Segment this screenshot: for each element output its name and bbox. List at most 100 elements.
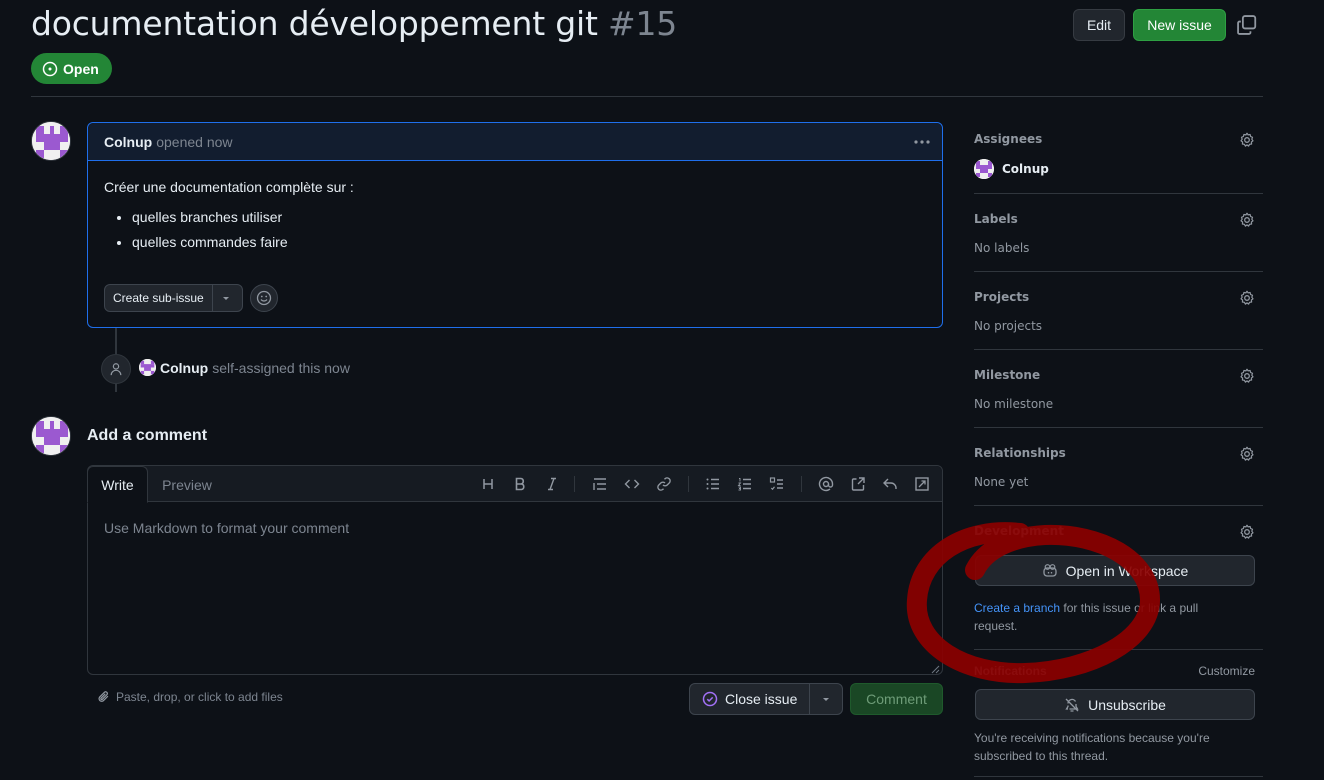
- sidebar-divider: [974, 427, 1263, 428]
- relationships-label[interactable]: Relationships: [974, 446, 1263, 460]
- timeline-line: [115, 384, 117, 392]
- milestone-value: No milestone: [974, 397, 1054, 411]
- sidebar-assignees: Assignees Colnup: [974, 132, 1263, 179]
- copilot-icon: [1042, 563, 1057, 577]
- gear-icon[interactable]: [1239, 524, 1255, 540]
- sidebar-labels: Labels No labels: [974, 212, 1263, 255]
- mention-icon[interactable]: [816, 474, 836, 494]
- header-divider: [31, 96, 1263, 97]
- close-issue-label[interactable]: Close issue: [725, 691, 797, 707]
- notifications-reason: You're receiving notifications because y…: [974, 731, 1210, 763]
- sidebar-divider: [974, 649, 1263, 650]
- comment-timestamp[interactable]: opened now: [156, 134, 232, 150]
- development-label[interactable]: Development: [974, 524, 1263, 538]
- unordered-list-icon[interactable]: [703, 474, 723, 494]
- projects-label[interactable]: Projects: [974, 290, 1263, 304]
- customize-link[interactable]: Customize: [1198, 664, 1255, 678]
- issue-open-icon: [42, 61, 58, 76]
- ordered-list-icon[interactable]: [735, 474, 755, 494]
- toolbar-divider: [574, 476, 575, 492]
- sidebar-projects: Projects No projects: [974, 290, 1263, 333]
- create-branch-link[interactable]: Create a branch: [974, 601, 1060, 615]
- bold-icon[interactable]: [510, 474, 530, 494]
- issue-state-badge: Open: [31, 53, 112, 84]
- issue-closed-icon: [702, 691, 718, 707]
- milestone-label[interactable]: Milestone: [974, 368, 1263, 382]
- sidebar-notifications: Notifications Customize: [974, 664, 1255, 678]
- assignee-item[interactable]: Colnup: [974, 159, 1263, 179]
- notifications-label: Notifications: [974, 664, 1047, 678]
- paperclip-icon: [98, 691, 109, 702]
- issue-comment: Colnup opened now Créer une documentatio…: [87, 122, 943, 328]
- create-sub-issue-button[interactable]: Create sub-issue: [104, 284, 243, 312]
- comment-header: Colnup opened now: [88, 123, 942, 161]
- sidebar-divider: [974, 776, 1263, 777]
- code-icon[interactable]: [622, 474, 642, 494]
- comment-author[interactable]: Colnup: [104, 134, 152, 150]
- list-item: quelles commandes faire: [132, 234, 926, 251]
- tab-preview[interactable]: Preview: [148, 466, 226, 503]
- projects-value: No projects: [974, 319, 1043, 333]
- italic-icon[interactable]: [542, 474, 562, 494]
- person-icon: [101, 354, 131, 384]
- timeline-event: Colnup self-assigned this now: [139, 359, 350, 376]
- open-in-workspace-label[interactable]: Open in Workspace: [1066, 563, 1189, 579]
- new-issue-button[interactable]: New issue: [1133, 9, 1226, 41]
- resize-handle-icon[interactable]: [930, 662, 940, 674]
- issue-number: #15: [608, 4, 678, 43]
- assignee-avatar: [974, 159, 994, 179]
- sidebar-development: Development: [974, 524, 1263, 540]
- gear-icon[interactable]: [1239, 290, 1255, 306]
- comment-list: quelles branches utiliser quelles comman…: [104, 209, 926, 251]
- sidebar-divider: [974, 193, 1263, 194]
- event-actor[interactable]: Colnup: [160, 360, 208, 376]
- gear-icon[interactable]: [1239, 212, 1255, 228]
- tab-write[interactable]: Write: [87, 466, 148, 503]
- development-help-text: Create a branch for this issue or link a…: [974, 599, 1244, 635]
- assignees-label[interactable]: Assignees: [974, 132, 1263, 146]
- unsubscribe-label[interactable]: Unsubscribe: [1088, 697, 1166, 713]
- comment-editor: Write Preview Use Markdown to format you…: [87, 465, 943, 675]
- gear-icon[interactable]: [1239, 446, 1255, 462]
- task-list-icon[interactable]: [767, 474, 787, 494]
- actor-avatar[interactable]: [139, 359, 156, 376]
- close-issue-button[interactable]: Close issue: [689, 683, 843, 715]
- current-user-avatar[interactable]: [31, 416, 71, 456]
- page-title: documentation développement git #15: [31, 4, 677, 43]
- comment-textarea[interactable]: Use Markdown to format your comment: [104, 520, 349, 536]
- reference-icon[interactable]: [848, 474, 868, 494]
- kebab-menu-icon[interactable]: [912, 132, 932, 152]
- labels-value: No labels: [974, 241, 1030, 255]
- sidebar-divider: [974, 349, 1263, 350]
- toolbar-divider: [688, 476, 689, 492]
- attach-files-label[interactable]: Paste, drop, or click to add files: [116, 690, 283, 704]
- labels-label[interactable]: Labels: [974, 212, 1263, 226]
- copy-link-icon[interactable]: [1236, 14, 1258, 36]
- quote-icon[interactable]: [590, 474, 610, 494]
- comment-button[interactable]: Comment: [850, 683, 943, 715]
- sidebar-divider: [974, 505, 1263, 506]
- edit-button[interactable]: Edit: [1073, 9, 1125, 41]
- create-sub-issue-label[interactable]: Create sub-issue: [105, 285, 213, 311]
- comment-intro: Créer une documentation complète sur :: [104, 179, 354, 195]
- reply-icon[interactable]: [880, 474, 900, 494]
- heading-icon[interactable]: [478, 474, 498, 494]
- sidebar-milestone: Milestone No milestone: [974, 368, 1263, 411]
- chevron-down-icon[interactable]: [213, 293, 239, 303]
- chevron-down-icon[interactable]: [810, 694, 842, 704]
- list-item: quelles branches utiliser: [132, 209, 926, 226]
- open-in-workspace-button[interactable]: Open in Workspace: [975, 555, 1255, 586]
- event-action: self-assigned this now: [212, 359, 350, 376]
- fullscreen-icon[interactable]: [912, 474, 932, 494]
- attach-files[interactable]: Paste, drop, or click to add files: [97, 690, 283, 704]
- add-reaction-button[interactable]: [250, 284, 278, 312]
- close-issue-label-wrap[interactable]: Close issue: [690, 684, 811, 714]
- unsubscribe-button[interactable]: Unsubscribe: [975, 689, 1255, 720]
- sidebar-divider: [974, 271, 1263, 272]
- gear-icon[interactable]: [1239, 368, 1255, 384]
- author-avatar[interactable]: [31, 121, 71, 161]
- gear-icon[interactable]: [1239, 132, 1255, 148]
- link-icon[interactable]: [654, 474, 674, 494]
- assignee-name[interactable]: Colnup: [1002, 162, 1049, 176]
- comment-body: Créer une documentation complète sur : q…: [88, 161, 942, 251]
